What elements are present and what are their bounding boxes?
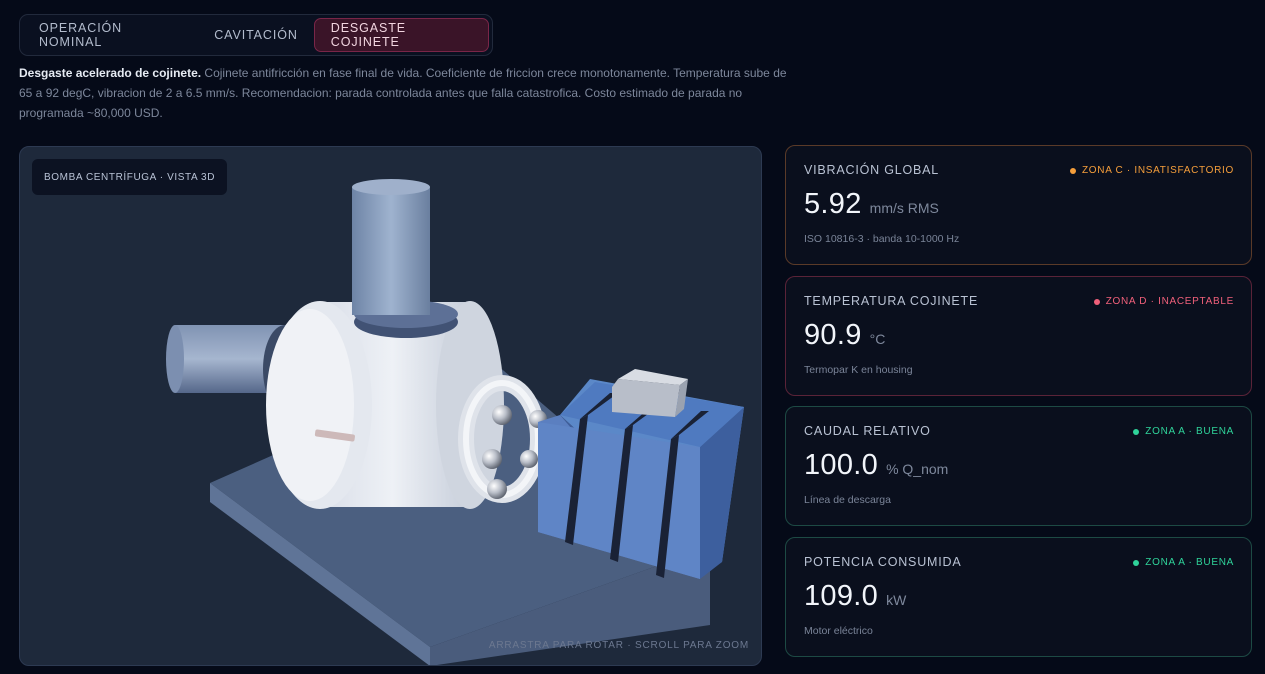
metric-value: 100.0 — [804, 449, 879, 481]
status-badge: ZONA D · INACEPTABLE — [1093, 296, 1234, 307]
status-dot — [1069, 167, 1076, 174]
tab-operacion-nominal[interactable]: OPERACIÓN NOMINAL — [23, 18, 198, 52]
status-badge: ZONA A · BUENA — [1133, 557, 1234, 568]
status-text: ZONA D · INACEPTABLE — [1105, 296, 1234, 307]
metric-subtitle: Termopar K en housing — [804, 364, 913, 376]
pump-3d-viewer[interactable]: BOMBA CENTRÍFUGA · VISTA 3D ARRASTRA PAR… — [19, 146, 762, 666]
pump-3d-model — [166, 179, 744, 665]
metric-unit: % Q_nom — [886, 461, 949, 477]
viewer-badge: BOMBA CENTRÍFUGA · VISTA 3D — [32, 159, 228, 195]
metric-card-vibracion: VIBRACIÓN GLOBAL ZONA C · INSATISFACTORI… — [785, 145, 1252, 265]
metric-label: TEMPERATURA COJINETE — [804, 294, 979, 308]
metric-card-potencia: POTENCIA CONSUMIDA ZONA A · BUENA 109.0 k… — [785, 537, 1252, 657]
outlet-pipe — [352, 179, 458, 338]
metric-value: 5.92 — [804, 188, 862, 220]
status-text: ZONA A · BUENA — [1145, 557, 1234, 568]
metric-subtitle: Línea de descarga — [804, 494, 891, 506]
status-badge: ZONA A · BUENA — [1133, 426, 1234, 437]
bearing-ball — [520, 450, 538, 468]
status-text: ZONA C · INSATISFACTORIO — [1081, 165, 1234, 176]
status-dot — [1093, 298, 1100, 305]
status-dot — [1133, 428, 1140, 435]
bearing-ball — [492, 405, 512, 425]
viewer-hint: ARRASTRA PARA ROTAR · SCROLL PARA ZOOM — [488, 640, 749, 651]
bearing-ball — [487, 479, 507, 499]
metric-label: POTENCIA CONSUMIDA — [804, 555, 962, 569]
metric-subtitle: ISO 10816-3 · banda 10-1000 Hz — [804, 233, 960, 245]
metric-card-temperatura: TEMPERATURA COJINETE ZONA D · INACEPTABL… — [785, 276, 1252, 396]
tab-cavitacion[interactable]: CAVITACIÓN — [198, 18, 314, 52]
metric-value: 109.0 — [804, 580, 879, 612]
scenario-tabs: OPERACIÓN NOMINAL CAVITACIÓN DESGASTE CO… — [19, 14, 493, 56]
metric-unit: °C — [869, 331, 886, 347]
metric-unit: mm/s RMS — [869, 200, 939, 216]
tab-desgaste-cojinete[interactable]: DESGASTE COJINETE — [313, 18, 489, 52]
bearing-ball — [482, 449, 502, 469]
status-dot — [1133, 559, 1140, 566]
metric-unit: kW — [886, 592, 907, 608]
terminal-box — [612, 369, 688, 417]
metric-label: VIBRACIÓN GLOBAL — [804, 163, 940, 177]
metric-label: CAUDAL RELATIVO — [804, 424, 931, 438]
scenario-title: Desgaste acelerado de cojinete. — [19, 66, 202, 80]
status-text: ZONA A · BUENA — [1145, 426, 1234, 437]
metric-card-caudal: CAUDAL RELATIVO ZONA A · BUENA 100.0 % Q_… — [785, 406, 1252, 526]
scenario-description: Desgaste acelerado de cojinete. Cojinete… — [19, 63, 789, 123]
metric-value: 90.9 — [804, 319, 862, 351]
status-badge: ZONA C · INSATISFACTORIO — [1069, 165, 1234, 176]
metric-subtitle: Motor eléctrico — [804, 625, 873, 637]
